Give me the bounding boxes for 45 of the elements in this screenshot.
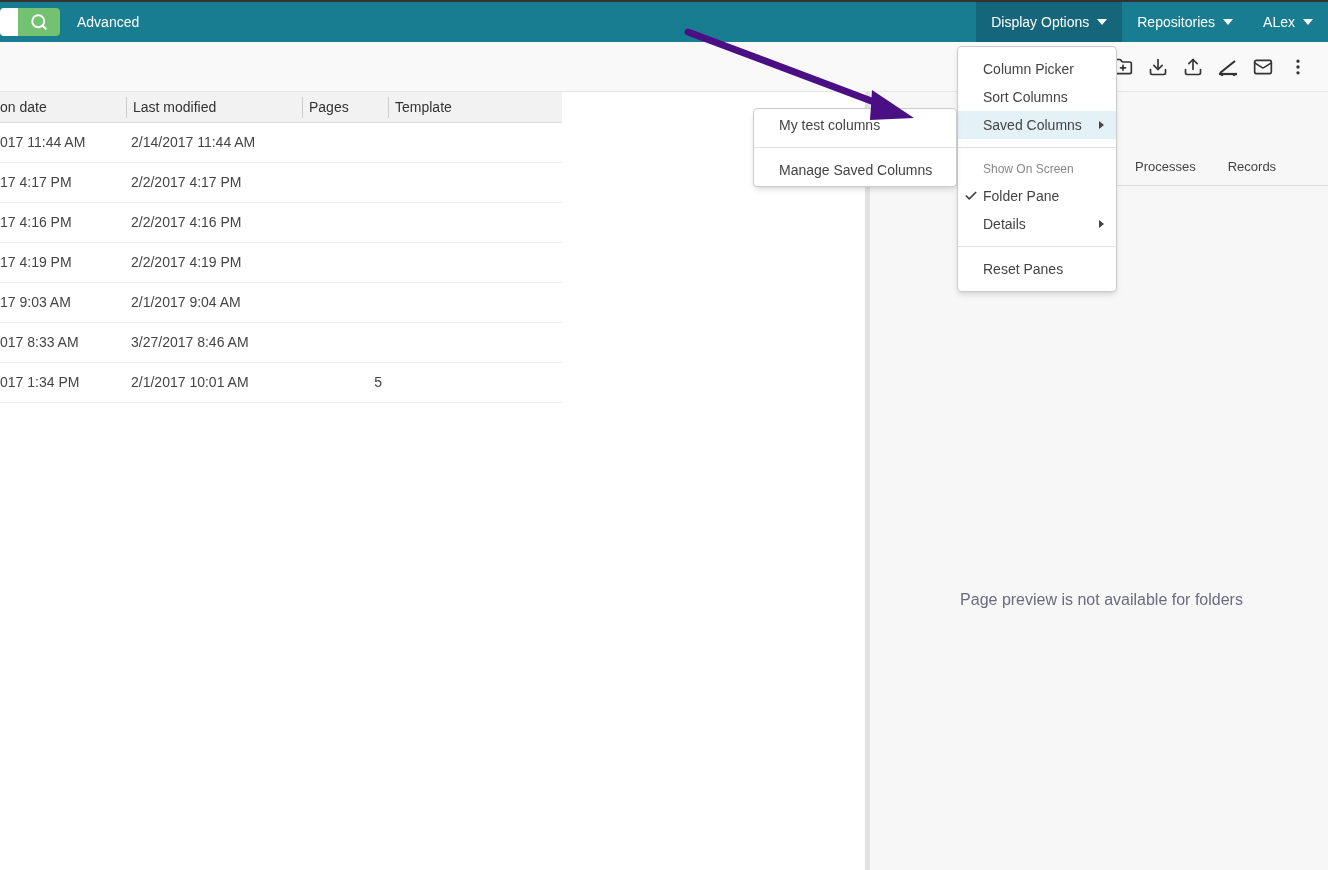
table-cell: 5 (374, 374, 382, 390)
table-cell: 3/27/2017 8:46 AM (131, 334, 249, 350)
table-cell: 2/2/2017 4:16 PM (131, 214, 242, 230)
menu-item[interactable]: Column Picker (958, 55, 1116, 83)
menu-item[interactable]: Manage Saved Columns (754, 156, 956, 184)
preview-message: Page preview is not available for folders (960, 590, 1243, 610)
menu-item[interactable]: Details (958, 210, 1116, 238)
caret-icon (1303, 19, 1313, 25)
table-cell: 17 4:19 PM (0, 254, 72, 270)
table-cell: 2/2/2017 4:19 PM (131, 254, 242, 270)
caret-icon (1099, 220, 1104, 228)
preview-tab[interactable]: Processes (1135, 156, 1196, 176)
column-header[interactable]: Last modified (126, 96, 302, 118)
table-cell: 017 1:34 PM (0, 374, 80, 390)
table-cell: 017 11:44 AM (0, 134, 86, 150)
menu-item[interactable]: Saved Columns (958, 111, 1116, 139)
column-header[interactable]: Template (388, 96, 562, 118)
column-header[interactable]: on date (0, 96, 126, 118)
table-cell: 2/2/2017 4:17 PM (131, 174, 242, 190)
search-field[interactable] (0, 8, 18, 36)
upload-icon[interactable] (1183, 56, 1203, 77)
download-icon[interactable] (1148, 56, 1168, 77)
table-cell: 2/14/2017 11:44 AM (131, 134, 256, 150)
table-cell: 17 9:03 AM (0, 294, 71, 310)
check-icon (964, 189, 978, 203)
table-cell: 2/1/2017 9:04 AM (131, 294, 241, 310)
menu-item[interactable]: Reset Panes (958, 255, 1116, 283)
table-cell: 017 8:33 AM (0, 334, 79, 350)
menu-header: Show On Screen (982, 161, 1075, 178)
preview-tab[interactable]: Records (1227, 156, 1277, 176)
column-header[interactable]: Pages (302, 96, 388, 118)
advanced-link[interactable]: Advanced (77, 11, 140, 33)
caret-icon (1097, 19, 1108, 25)
caret-icon (1223, 19, 1234, 25)
menu-item[interactable]: My test columns (754, 111, 956, 139)
menu-item[interactable]: Folder Pane (958, 182, 1116, 210)
caret-icon (1099, 121, 1104, 129)
nav-menu-button[interactable]: Display Options (976, 2, 1123, 42)
nav-menu-button[interactable]: Repositories (1122, 2, 1249, 42)
table-cell: 17 4:17 PM (0, 174, 72, 190)
table-cell: 2/1/2017 10:01 AM (131, 374, 249, 390)
menu-item[interactable]: Sort Columns (958, 83, 1116, 111)
nav-menu-button[interactable]: ALex (1248, 2, 1328, 42)
table-cell: 17 4:16 PM (0, 214, 72, 230)
search-icon (30, 13, 48, 31)
